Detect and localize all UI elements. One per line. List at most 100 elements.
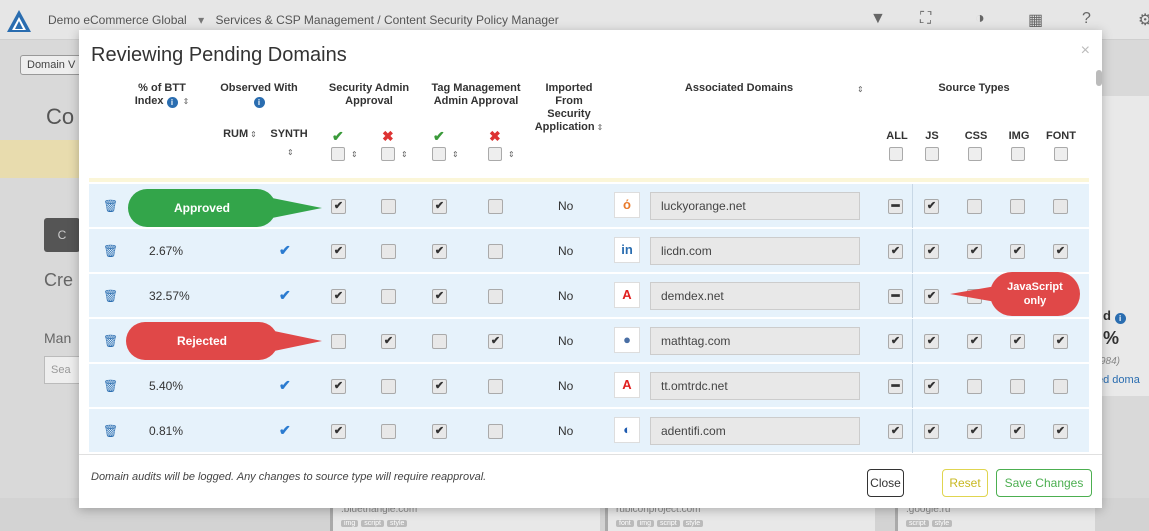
source-css-checkbox[interactable] (967, 199, 982, 214)
tag-reject-checkbox[interactable] (488, 379, 503, 394)
tag-reject-checkbox[interactable] (488, 289, 503, 304)
security-approve-checkbox[interactable]: ✔ (331, 424, 346, 439)
source-js-checkbox[interactable]: ✔ (924, 424, 939, 439)
source-img-checkbox[interactable]: ✔ (1010, 424, 1025, 439)
source-css-checkbox[interactable]: ✔ (967, 424, 982, 439)
select-all-approve-tag[interactable] (432, 147, 446, 161)
trash-icon[interactable]: 🗑 (103, 334, 118, 348)
domain-view-chip[interactable]: Domain V (20, 55, 83, 75)
header-associated-domains[interactable]: Associated Domains (659, 82, 819, 95)
trash-icon[interactable]: 🗑 (103, 244, 118, 258)
trash-icon[interactable]: 🗑 (103, 424, 118, 438)
source-js-checkbox[interactable]: ✔ (924, 199, 939, 214)
select-all-font[interactable] (1054, 147, 1068, 161)
security-approve-checkbox[interactable]: ✔ (331, 379, 346, 394)
source-js-checkbox[interactable]: ✔ (924, 244, 939, 259)
source-font-checkbox[interactable] (1053, 199, 1068, 214)
associated-domain-field[interactable]: adentifi.com (650, 417, 860, 445)
source-js-checkbox[interactable]: ✔ (924, 289, 939, 304)
info-icon[interactable]: i (1114, 313, 1126, 324)
reset-button[interactable]: Reset (942, 469, 988, 497)
source-font-checkbox[interactable]: ✔ (1053, 334, 1068, 349)
source-font-checkbox[interactable]: ✔ (1053, 424, 1068, 439)
settings-icon[interactable]: ⚙ (1138, 10, 1149, 30)
security-reject-checkbox[interactable] (381, 379, 396, 394)
security-approve-checkbox[interactable]: ✔ (331, 199, 346, 214)
source-all-checkbox[interactable]: ✔ (888, 334, 903, 349)
dropdown-caret-icon[interactable]: ▾ (198, 13, 204, 27)
associated-domain-field[interactable]: tt.omtrdc.net (650, 372, 860, 400)
trash-icon[interactable]: 🗑 (103, 289, 118, 303)
sort-icon[interactable]: ⇕ (597, 123, 604, 132)
security-reject-checkbox[interactable]: ✔ (381, 334, 396, 349)
close-icon[interactable]: × (1081, 42, 1090, 60)
select-all-reject-tag[interactable] (488, 147, 502, 161)
header-rum[interactable]: RUM ⇕ (215, 128, 265, 141)
trash-icon[interactable]: 🗑 (103, 199, 118, 213)
sort-icon[interactable]: ⇕ (287, 148, 294, 157)
select-all-approve-security[interactable] (331, 147, 345, 161)
source-all-checkbox[interactable]: ✔ (888, 244, 903, 259)
info-icon[interactable]: i (166, 97, 178, 108)
sort-icon[interactable]: ⇕ (401, 150, 408, 159)
tag-approve-checkbox[interactable]: ✔ (432, 379, 447, 394)
source-img-checkbox[interactable]: ✔ (1010, 334, 1025, 349)
select-all-img[interactable] (1011, 147, 1025, 161)
app-logo-icon[interactable] (6, 9, 32, 33)
security-reject-checkbox[interactable] (381, 424, 396, 439)
header-imported[interactable]: Imported From Security Application ⇕ (529, 82, 609, 134)
contrast-icon[interactable]: ◑ (975, 10, 985, 28)
security-approve-checkbox[interactable]: ✔ (331, 289, 346, 304)
scrollbar[interactable] (1096, 70, 1102, 86)
sort-icon[interactable]: ⇕ (508, 150, 515, 159)
sort-icon[interactable]: ⇕ (183, 97, 190, 106)
source-js-checkbox[interactable]: ✔ (924, 379, 939, 394)
associated-domain-field[interactable]: licdn.com (650, 237, 860, 265)
close-button[interactable]: Close (867, 469, 904, 497)
tag-reject-checkbox[interactable] (488, 424, 503, 439)
source-css-checkbox[interactable]: ✔ (967, 244, 982, 259)
filter-icon[interactable]: ▼ (870, 10, 886, 28)
associated-domain-field[interactable]: mathtag.com (650, 327, 860, 355)
breadcrumb-org[interactable]: Demo eCommerce Global (48, 13, 187, 27)
tag-reject-checkbox[interactable]: ✔ (488, 334, 503, 349)
security-reject-checkbox[interactable] (381, 289, 396, 304)
stats-link[interactable]: ed doma (1097, 374, 1140, 386)
security-reject-checkbox[interactable] (381, 244, 396, 259)
source-img-checkbox[interactable] (1010, 199, 1025, 214)
tag-reject-checkbox[interactable] (488, 244, 503, 259)
sort-icon[interactable]: ⇕ (351, 150, 358, 159)
header-synth[interactable]: SYNTH (264, 128, 314, 141)
tag-approve-checkbox[interactable]: ✔ (432, 199, 447, 214)
tag-approve-checkbox[interactable]: ✔ (432, 424, 447, 439)
trash-icon[interactable]: 🗑 (103, 379, 118, 393)
save-changes-button[interactable]: Save Changes (996, 469, 1092, 497)
source-css-checkbox[interactable]: ✔ (967, 334, 982, 349)
sort-icon[interactable]: ⇕ (250, 130, 257, 139)
tag-approve-checkbox[interactable]: ✔ (432, 244, 447, 259)
select-all-reject-security[interactable] (381, 147, 395, 161)
source-all-checkbox[interactable]: ✔ (888, 424, 903, 439)
source-js-checkbox[interactable]: ✔ (924, 334, 939, 349)
select-all-js[interactable] (925, 147, 939, 161)
select-all-all[interactable] (889, 147, 903, 161)
tag-approve-checkbox[interactable] (432, 334, 447, 349)
source-all-checkbox[interactable]: ━ (888, 379, 903, 394)
bg-action-button[interactable]: C (44, 218, 80, 252)
sort-icon[interactable]: ⇕ (857, 85, 864, 94)
info-icon[interactable]: i (253, 97, 265, 108)
sort-icon[interactable]: ⇕ (452, 150, 459, 159)
dashboard-icon[interactable]: ▦ (1028, 10, 1043, 30)
source-all-checkbox[interactable]: ━ (888, 289, 903, 304)
fullscreen-icon[interactable]: ⛶ (920, 10, 931, 28)
security-approve-checkbox[interactable] (331, 334, 346, 349)
header-btt-index[interactable]: % of BTT Index i ⇕ (127, 82, 197, 108)
source-font-checkbox[interactable] (1053, 379, 1068, 394)
security-reject-checkbox[interactable] (381, 199, 396, 214)
associated-domain-field[interactable]: luckyorange.net (650, 192, 860, 220)
associated-domain-field[interactable]: demdex.net (650, 282, 860, 310)
source-font-checkbox[interactable]: ✔ (1053, 244, 1068, 259)
select-all-css[interactable] (968, 147, 982, 161)
security-approve-checkbox[interactable]: ✔ (331, 244, 346, 259)
help-icon[interactable]: ? (1082, 10, 1091, 28)
